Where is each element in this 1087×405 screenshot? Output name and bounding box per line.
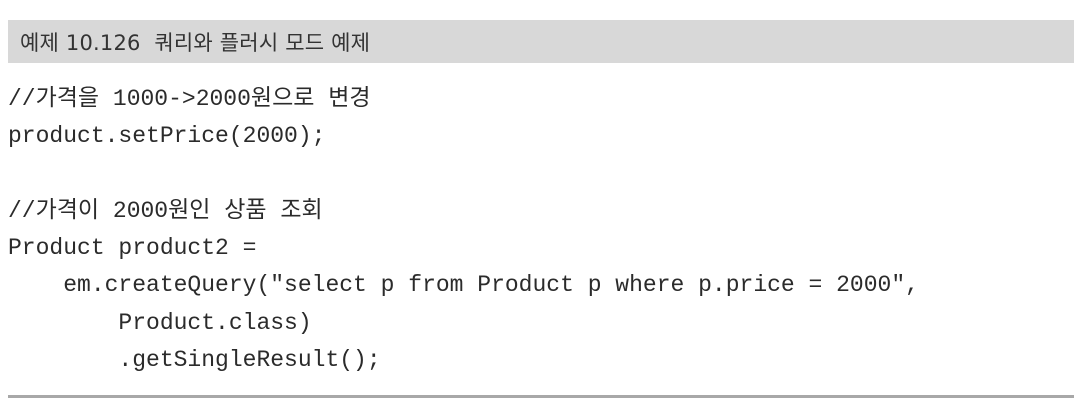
example-title: 예제 10.126 쿼리와 플러시 모드 예제 <box>20 30 371 55</box>
code-line-comment-query: //가격이 2000원인 상품 조회 <box>8 197 323 224</box>
code-line-declaration: Product product2 = <box>8 235 257 262</box>
code-line-class-arg: Product.class) <box>8 309 312 336</box>
code-line-comment-price-change: //가격을 1000->2000원으로 변경 <box>8 86 371 112</box>
example-header-bar: 예제 10.126 쿼리와 플러시 모드 예제 <box>8 20 1074 63</box>
code-listing: //가격을 1000->2000원으로 변경 product.setPrice(2… <box>8 81 1074 379</box>
code-line-get-single-result: .getSingleResult(); <box>8 347 381 374</box>
bottom-divider <box>8 395 1074 398</box>
code-line-set-price: product.setPrice(2000); <box>8 123 326 150</box>
code-line-create-query: em.createQuery("select p from Product p … <box>8 272 919 299</box>
code-example-box: 예제 10.126 쿼리와 플러시 모드 예제 //가격을 1000->2000… <box>8 20 1074 398</box>
